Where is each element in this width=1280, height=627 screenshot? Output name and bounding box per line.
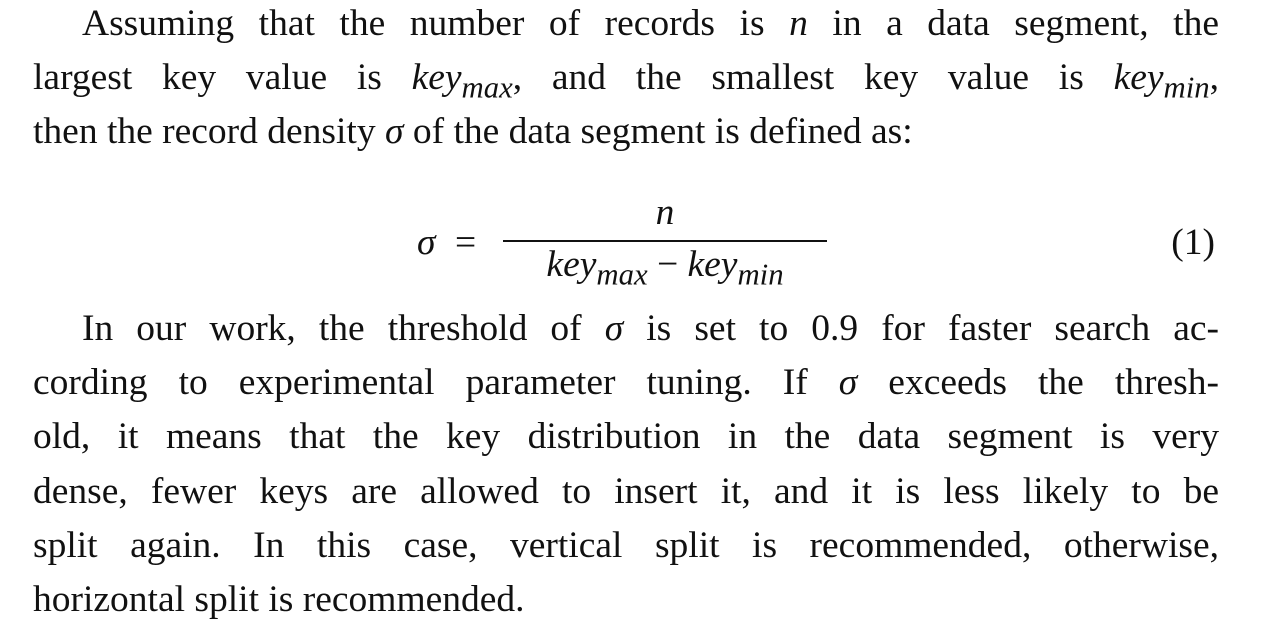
equation-equals-sign: = bbox=[455, 222, 477, 263]
text-line: cording to experimental parameter tuning… bbox=[33, 362, 1219, 404]
text-line: dense, fewer keys are allowed to insert … bbox=[33, 470, 1219, 512]
text-line: largest key value is keymax, and the sma… bbox=[33, 57, 1219, 105]
text-line: split again. In this case, vertical spli… bbox=[33, 524, 1219, 566]
text-line: horizontal split is recommended. bbox=[33, 579, 525, 621]
variable-sigma: σ bbox=[604, 308, 624, 349]
text-line: Assuming that the number of records is n… bbox=[82, 3, 1219, 44]
equation-1: σ = n keymax − keymin (1) bbox=[33, 184, 1219, 302]
text-line: old, it means that the key distribution … bbox=[33, 416, 1219, 458]
paragraph-record-density-definition: Assuming that the number of records is n… bbox=[33, 0, 1219, 160]
paragraph-threshold-discussion: In our work, the threshold of σ is set t… bbox=[33, 302, 1219, 627]
variable-n: n bbox=[789, 3, 808, 44]
equation-lhs-sigma: σ bbox=[417, 222, 436, 263]
variable-key-min: keymin bbox=[1113, 57, 1210, 105]
variable-sigma: σ bbox=[838, 362, 858, 404]
text-line: In our work, the threshold of σ is set t… bbox=[82, 308, 1219, 349]
variable-sigma: σ bbox=[384, 111, 404, 153]
variable-key-max: keymax bbox=[411, 57, 513, 105]
text-line: then the record density σ of the data se… bbox=[33, 111, 913, 153]
equation-fraction: n keymax − keymin bbox=[503, 184, 827, 302]
equation-numerator: n bbox=[655, 192, 675, 233]
equation-denominator: keymax − keymin bbox=[546, 244, 784, 292]
equation-number: (1) bbox=[1171, 222, 1215, 263]
